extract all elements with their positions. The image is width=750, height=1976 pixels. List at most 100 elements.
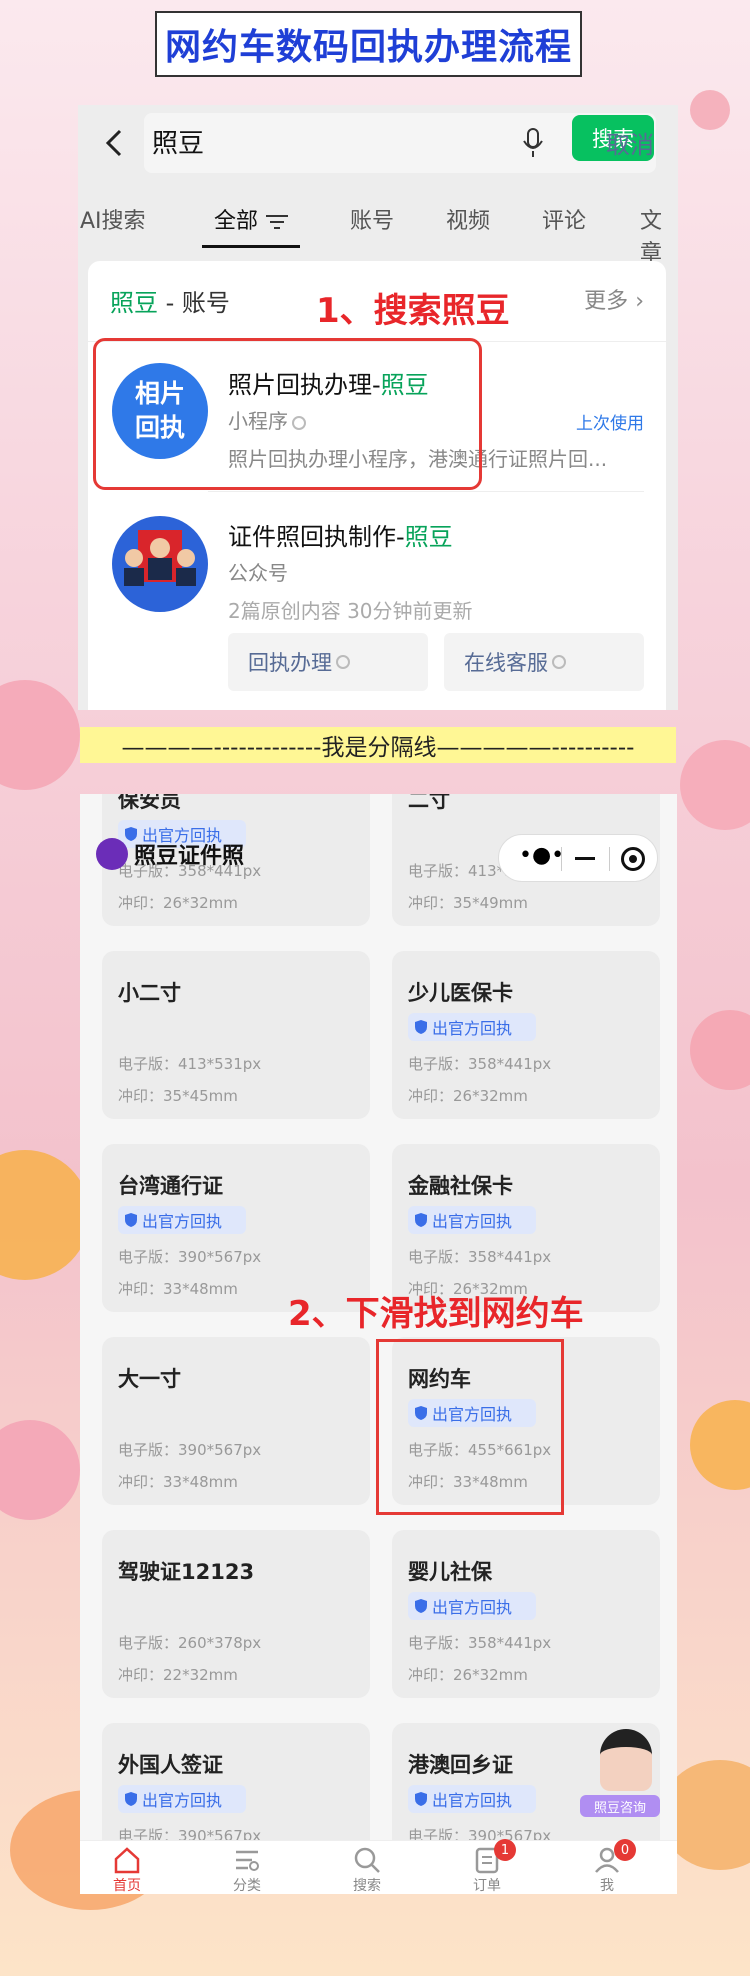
size-card[interactable]: 驾驶证12123 电子版：260*378px 冲印：22*32mm [102, 1530, 370, 1698]
size-name: 大一寸 [118, 1367, 181, 1391]
shield-icon [415, 1792, 427, 1806]
more-link[interactable]: 更多 › [584, 283, 644, 315]
card-heading: 照豆 - 账号 [110, 283, 230, 318]
result-item-title[interactable]: 证件照回执制作-照豆 [228, 517, 453, 552]
digital-size-spec: 电子版：260*378px [118, 1634, 262, 1652]
tab-all-label: 全部 [214, 209, 259, 234]
receipt-service-button[interactable]: 回执办理 [228, 633, 428, 691]
close-target-icon[interactable] [621, 847, 645, 871]
badge-label: 出官方回执 [432, 1598, 513, 1617]
consult-label: 照豆咨询 [580, 1795, 660, 1817]
mini-program-brand: 照豆证件照 [96, 838, 244, 870]
tab-home[interactable]: 首页 [92, 1845, 162, 1894]
brand-logo-icon [96, 838, 128, 870]
card-heading-keyword: 照豆 [110, 289, 158, 317]
tab-profile[interactable]: 我 0 [572, 1839, 642, 1894]
size-name: 少儿医保卡 [408, 981, 513, 1005]
print-size-spec: 冲印：33*48mm [118, 1280, 238, 1298]
official-receipt-badge: 出官方回执 [408, 1013, 536, 1041]
consult-button[interactable]: 照豆咨询 [580, 1729, 666, 1829]
shield-icon [125, 1213, 137, 1227]
home-icon [114, 1847, 140, 1874]
badge-label: 出官方回执 [432, 1791, 513, 1810]
tab-category[interactable]: 分类 [212, 1845, 282, 1894]
category-icon [236, 1850, 259, 1871]
size-card[interactable]: 婴儿社保 出官方回执 电子版：358*441px 冲印：26*32mm [392, 1530, 660, 1698]
size-card[interactable]: 大一寸 电子版：390*567px 冲印：33*48mm [102, 1337, 370, 1505]
shield-icon [415, 1599, 427, 1613]
official-receipt-badge: 出官方回执 [408, 1206, 536, 1234]
official-receipt-badge: 出官方回执 [408, 1785, 536, 1813]
divider [208, 491, 644, 492]
step-2-label: 2、下滑找到网约车 [288, 1294, 584, 1334]
tab-category-label: 分类 [233, 1878, 261, 1894]
official-account-avatar[interactable] [112, 516, 208, 612]
page-title: 网约车数码回执办理流程 [155, 11, 582, 77]
bottom-tab-bar: 首页 分类 搜索 订单 1 我 0 [80, 1839, 677, 1894]
more-dots-icon[interactable]: •●• [519, 843, 564, 868]
active-tab-underline [202, 245, 300, 248]
search-icon [354, 1847, 380, 1873]
tab-profile-label: 我 [600, 1878, 614, 1894]
print-size-spec: 冲印：22*32mm [118, 1666, 238, 1684]
tab-orders[interactable]: 订单 1 [452, 1839, 522, 1894]
microphone-icon[interactable] [522, 127, 544, 159]
size-name: 二寸 [408, 794, 450, 812]
tab-comment[interactable]: 评论 [542, 203, 586, 235]
result-type: 公众号 [228, 561, 288, 585]
print-size-spec: 冲印：26*32mm [408, 1666, 528, 1684]
link-icon [552, 655, 566, 669]
digital-size-spec: 电子版：358*441px [408, 1634, 552, 1652]
capsule-menu[interactable]: •●• [498, 834, 658, 882]
size-card[interactable]: 小二寸 电子版：413*531px 冲印：35*45mm [102, 951, 370, 1119]
result-title-keyword: 照豆 [404, 523, 453, 551]
print-size-spec: 冲印：35*45mm [118, 1087, 238, 1105]
digital-size-spec: 电子版：358*441px [408, 1055, 552, 1073]
divider [609, 847, 610, 871]
official-receipt-badge: 出官方回执 [408, 1592, 536, 1620]
size-name: 港澳回乡证 [408, 1753, 513, 1777]
search-tabs: AI搜索 全部 账号 视频 评论 文章 [78, 181, 678, 266]
badge-label: 出官方回执 [432, 1019, 513, 1038]
print-size-spec: 冲印：33*48mm [118, 1473, 238, 1491]
tab-search[interactable]: 搜索 [332, 1845, 402, 1894]
tab-ai-search[interactable]: AI搜索 [80, 203, 146, 235]
tab-home-label: 首页 [113, 1878, 141, 1894]
size-name: 驾驶证12123 [118, 1560, 255, 1584]
orders-count-badge: 1 [494, 1839, 516, 1861]
size-name: 外国人签证 [118, 1753, 223, 1777]
print-size-spec: 冲印：26*32mm [408, 1087, 528, 1105]
badge-label: 出官方回执 [432, 1212, 513, 1231]
cancel-button[interactable]: 取消 [606, 125, 654, 160]
tab-account[interactable]: 账号 [350, 203, 394, 235]
tab-orders-label: 订单 [473, 1878, 501, 1894]
digital-size-spec: 电子版：358*441px [408, 1248, 552, 1266]
tab-search-label: 搜索 [353, 1878, 381, 1894]
back-arrow-icon[interactable] [102, 127, 126, 159]
receipt-service-label: 回执办理 [248, 651, 332, 675]
agent-avatar-icon [600, 1729, 652, 1791]
size-card[interactable]: 少儿医保卡出官方回执电子版：358*441px 冲印：26*32mm [392, 951, 660, 1119]
size-name: 小二寸 [118, 981, 181, 1005]
size-name: 保安员 [118, 794, 181, 812]
tab-all[interactable]: 全部 [214, 203, 289, 235]
size-name: 台湾通行证 [118, 1174, 223, 1198]
shield-icon [415, 1020, 427, 1034]
digital-size-spec: 电子版：390*567px [118, 1248, 262, 1266]
card-heading-rest: - 账号 [158, 289, 230, 317]
minimize-icon[interactable] [575, 857, 595, 860]
result-meta: 2篇原创内容 30分钟前更新 [228, 599, 473, 623]
print-size-spec: 冲印：26*32mm [118, 894, 238, 912]
recently-used-tag: 上次使用 [576, 414, 644, 434]
step-1-label: 1、搜索照豆 [316, 291, 510, 331]
badge-label: 出官方回执 [142, 1791, 223, 1810]
highlight-box [93, 338, 482, 490]
tab-video[interactable]: 视频 [446, 203, 490, 235]
official-receipt-badge: 出官方回执 [118, 1785, 246, 1813]
divider [561, 847, 562, 871]
online-support-label: 在线客服 [464, 651, 548, 675]
size-name: 金融社保卡 [408, 1174, 513, 1198]
tab-article[interactable]: 文章 [640, 203, 678, 267]
online-support-button[interactable]: 在线客服 [444, 633, 644, 691]
id-photos-icon [124, 530, 196, 586]
